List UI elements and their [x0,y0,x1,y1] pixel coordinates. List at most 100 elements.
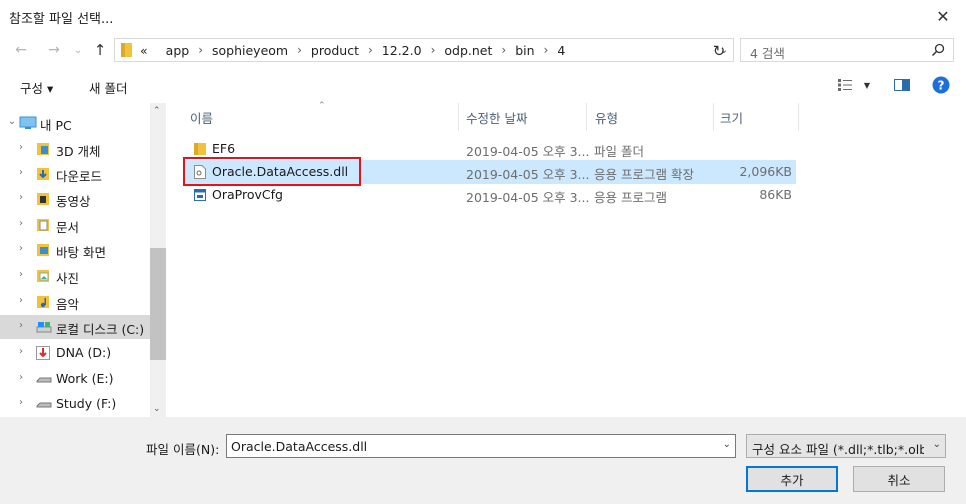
navigation-pane: ⌄ 내 PC › 3D 개체 › 다운로드 › 동영상 › 문서 › 바탕 화면… [0,103,166,417]
collapsed-arrow-icon[interactable]: › [15,346,27,358]
file-row-oraprovcfg[interactable]: OraProvCfg 2019-04-05 오후 3... 응용 프로그램 86… [184,183,796,207]
nav-item-3d-objects[interactable]: › 3D 개체 [0,137,150,161]
change-view-button[interactable]: ▼ [837,79,870,91]
collapsed-arrow-icon[interactable]: › [15,372,27,384]
back-button[interactable]: ← [10,40,32,60]
crumb-bin[interactable]: bin [515,43,534,58]
file-size: 86KB [759,187,792,202]
new-folder-button[interactable]: 새 폴더 [89,78,127,97]
crumb-separator[interactable]: › [544,43,549,57]
refresh-button[interactable]: ↻ [708,42,730,60]
column-divider[interactable] [713,103,714,131]
organize-button[interactable]: 구성 ▾ [20,78,53,97]
column-divider[interactable] [586,103,587,131]
collapsed-arrow-icon[interactable]: › [15,269,27,281]
nav-scrollbar-thumb[interactable] [150,248,166,360]
nav-item-this-pc[interactable]: ⌄ 내 PC [0,111,150,135]
help-icon[interactable]: ? [932,76,950,94]
nav-item-music[interactable]: › 음악 [0,290,150,314]
collapsed-arrow-icon[interactable]: › [15,167,27,179]
file-name-panel: 파일 이름(N): Oracle.DataAccess.dll ⌄ 구성 요소 … [0,417,966,504]
search-box[interactable]: 4 검색 [740,38,954,62]
collapsed-arrow-icon[interactable]: › [15,320,27,332]
crumb-separator[interactable]: › [297,43,302,57]
filename-input[interactable]: Oracle.DataAccess.dll [231,439,367,454]
collapsed-arrow-icon[interactable]: › [15,142,27,154]
nav-label: Study (F:) [56,396,117,411]
chevron-down-icon[interactable]: ⌄ [933,439,941,450]
nav-item-pictures[interactable]: › 사진 [0,264,150,288]
refresh-icon: ↻ [712,42,726,60]
scroll-up-icon[interactable]: ⌃ [153,106,161,116]
collapsed-arrow-icon[interactable]: › [15,397,27,409]
crumb-separator[interactable]: › [198,43,203,57]
crumb-4[interactable]: 4 [557,43,565,58]
nav-label: 음악 [56,297,80,312]
recent-locations-button[interactable]: ⌄ [67,40,89,60]
drive-icon [36,402,52,408]
column-divider[interactable] [798,103,799,131]
address-bar[interactable]: « app › sophieyeom › product › 12.2.0 › … [114,38,734,62]
nav-item-downloads[interactable]: › 다운로드 [0,162,150,186]
crumb-product[interactable]: product [311,43,359,58]
nav-item-desktop[interactable]: › 바탕 화면 [0,238,150,262]
cancel-button[interactable]: 취소 [853,466,945,492]
nav-label: 3D 개체 [56,144,101,159]
documents-icon [37,219,49,231]
column-divider[interactable] [458,103,459,131]
collapsed-arrow-icon[interactable]: › [15,243,27,255]
column-header-size[interactable]: 크기 [720,103,743,131]
filename-combobox[interactable]: Oracle.DataAccess.dll ⌄ [226,434,736,458]
collapsed-arrow-icon[interactable]: › [15,218,27,230]
up-button[interactable]: ↑ [89,40,111,60]
nav-label: 동영상 [56,194,91,209]
desktop-icon [37,244,49,256]
preview-pane-icon[interactable] [894,79,910,91]
filetype-select[interactable]: 구성 요소 파일 (*.dll;*.tlb;*.olb;* ⌄ [746,434,946,458]
collapsed-arrow-icon[interactable]: › [15,295,27,307]
nav-scrollbar[interactable]: ⌃ ⌄ [150,103,166,417]
expand-arrow-icon[interactable]: ⌄ [6,116,18,128]
nav-item-documents[interactable]: › 문서 [0,213,150,237]
view-list-icon [837,79,852,91]
window-title: 참조할 파일 선택... [9,12,114,27]
crumb-odpnet[interactable]: odp.net [444,43,492,58]
crumb-separator[interactable]: › [431,43,436,57]
scroll-down-icon[interactable]: ⌄ [153,404,161,414]
chevron-down-icon[interactable]: ⌄ [723,439,731,450]
folder-icon [194,143,206,155]
3d-objects-icon [37,143,49,155]
nav-item-dna-drive[interactable]: › DNA (D:) [0,341,150,365]
view-controls: ▼ ? [837,76,950,94]
add-button[interactable]: 추가 [746,466,838,492]
file-date: 2019-04-05 오후 3... [466,144,590,159]
title-bar: 참조할 파일 선택... ✕ [0,0,966,32]
breadcrumb: « app › sophieyeom › product › 12.2.0 › … [140,43,565,58]
collapsed-arrow-icon[interactable]: › [15,192,27,204]
nav-item-work-drive[interactable]: › Work (E:) [0,367,150,391]
crumb-app[interactable]: app [166,43,190,58]
nav-item-videos[interactable]: › 동영상 [0,187,150,211]
up-arrow-icon: ↑ [93,41,107,59]
forward-button[interactable]: → [43,40,65,60]
crumb-separator[interactable]: › [368,43,373,57]
breadcrumb-overflow[interactable]: « [140,43,148,58]
crumb-version[interactable]: 12.2.0 [382,43,422,58]
column-header-type[interactable]: 유형 [595,103,618,131]
nav-item-study-drive[interactable]: › Study (F:) [0,392,150,416]
search-input[interactable]: 4 검색 [750,43,785,62]
music-icon [37,296,49,308]
sort-caret-icon: ⌃ [318,101,326,111]
crumb-sophieyeom[interactable]: sophieyeom [212,43,288,58]
column-header-date[interactable]: 수정한 날짜 [466,103,527,131]
column-header-name[interactable]: 이름 [190,103,213,131]
nav-label: 문서 [56,220,80,235]
nav-item-local-disk-c[interactable]: › 로컬 디스크 (C:) [0,315,150,339]
search-icon[interactable] [931,43,945,57]
highlight-annotation [183,157,361,186]
nav-label: 다운로드 [56,169,103,184]
close-button[interactable]: ✕ [920,0,966,32]
crumb-separator[interactable]: › [501,43,506,57]
file-date: 2019-04-05 오후 3... [466,167,590,182]
back-arrow-icon: ← [15,42,27,58]
